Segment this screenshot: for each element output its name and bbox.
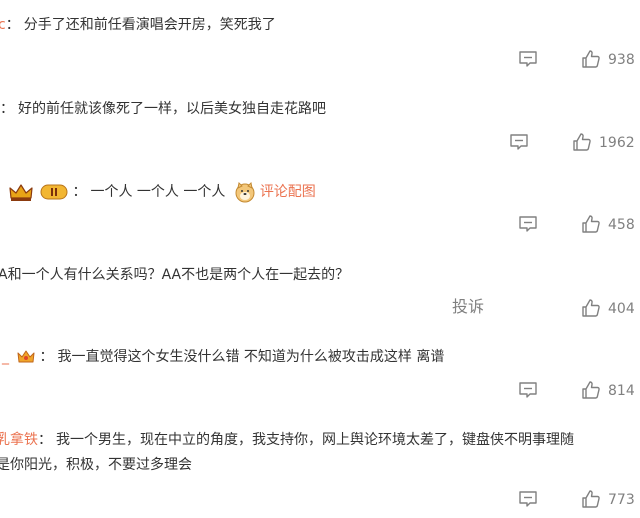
- like-count: 773: [608, 492, 635, 508]
- thumbs-up-icon[interactable]: [581, 489, 601, 509]
- comment-text: A和一个人有什么关系吗？AA不也是两个人在一起去的？: [0, 267, 350, 283]
- comment-bubble-icon[interactable]: [509, 133, 529, 151]
- thumbs-up-icon[interactable]: [581, 380, 601, 400]
- like-count: 814: [608, 383, 635, 399]
- comment-actions: 938: [0, 49, 640, 71]
- comment-bubble-icon[interactable]: [518, 381, 538, 399]
- thumbs-up-icon[interactable]: [581, 49, 601, 69]
- comment-actions: 458: [0, 214, 640, 236]
- colon: ：: [38, 432, 52, 448]
- comment-bubble-icon[interactable]: [518, 215, 538, 233]
- crown-badge-icon: [9, 184, 33, 201]
- thumbs-up-icon[interactable]: [572, 132, 592, 152]
- comment-text: 我一直觉得这个女生没什么错 不知道为什么被攻击成这样 离谱: [57, 349, 445, 365]
- thumbs-up-icon[interactable]: [581, 298, 601, 318]
- colon: ：: [0, 101, 14, 117]
- crown-badge-icon: [17, 350, 35, 363]
- comment-username[interactable]: c: [0, 17, 6, 33]
- like-count: 404: [608, 301, 635, 317]
- comment-text: 好的前任就该像死了一样，以后美女独自走花路吧: [18, 101, 326, 117]
- colon: ：: [39, 349, 54, 365]
- comment-picture-link[interactable]: 评论配图: [260, 184, 316, 200]
- comment-actions: 1962: [0, 132, 640, 154]
- comment-actions: 投诉 404: [0, 297, 640, 319]
- like-count: 458: [608, 217, 635, 233]
- doge-emoji-icon: [235, 181, 255, 203]
- comment-username[interactable]: 乳拿铁: [0, 432, 38, 448]
- comment-actions: 773: [0, 489, 640, 511]
- comment-text-continued: 是你阳光，积极，不要过多理会: [0, 457, 192, 473]
- comment-username[interactable]: _: [2, 349, 9, 365]
- comment-text: 我一个男生，现在中立的角度，我支持你，网上舆论环境太差了，键盘侠不明事理随: [56, 432, 574, 448]
- thumbs-up-icon[interactable]: [581, 214, 601, 234]
- colon: ：: [72, 184, 87, 200]
- comment-actions: 814: [0, 380, 640, 402]
- colon: ：: [5, 17, 20, 33]
- level-badge-icon: [40, 184, 68, 200]
- comment-bubble-icon[interactable]: [518, 490, 538, 508]
- like-count: 1962: [599, 135, 635, 151]
- comment-text: 分手了还和前任看演唱会开房，笑死我了: [23, 17, 276, 33]
- like-count: 938: [608, 52, 635, 68]
- report-button[interactable]: 投诉: [452, 297, 484, 317]
- comment-text: 一个人 一个人 一个人: [90, 184, 226, 200]
- comment-bubble-icon[interactable]: [518, 50, 538, 68]
